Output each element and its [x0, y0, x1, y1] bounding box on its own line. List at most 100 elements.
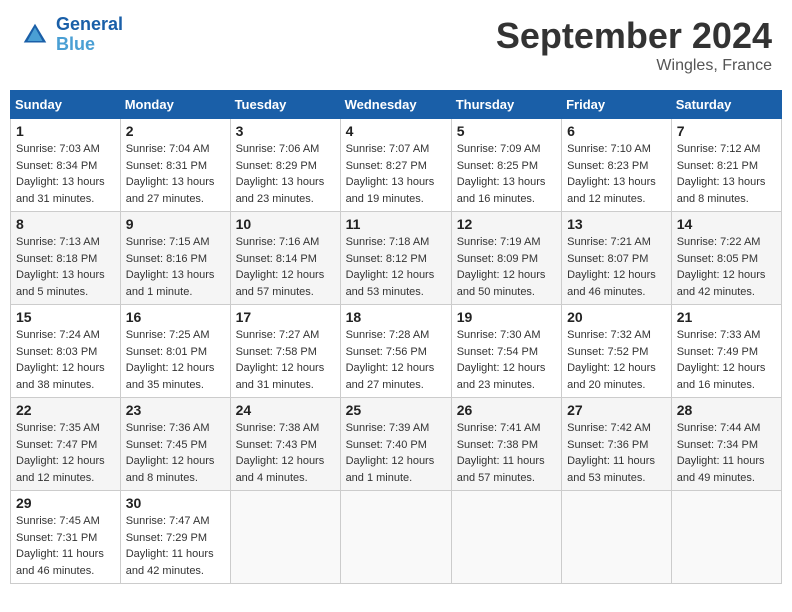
day-info: Sunrise: 7:25 AM Sunset: 8:01 PM Dayligh… [126, 327, 225, 393]
day-info: Sunrise: 7:18 AM Sunset: 8:12 PM Dayligh… [346, 234, 446, 300]
calendar-cell: 24 Sunrise: 7:38 AM Sunset: 7:43 PM Dayl… [230, 398, 340, 491]
day-number: 11 [346, 216, 446, 232]
day-number: 13 [567, 216, 666, 232]
calendar-cell: 5 Sunrise: 7:09 AM Sunset: 8:25 PM Dayli… [451, 119, 561, 212]
day-number: 23 [126, 402, 225, 418]
day-number: 26 [457, 402, 556, 418]
calendar-cell: 8 Sunrise: 7:13 AM Sunset: 8:18 PM Dayli… [11, 212, 121, 305]
month-title: September 2024 [496, 15, 772, 57]
calendar-cell [230, 491, 340, 584]
day-number: 1 [16, 123, 115, 139]
calendar-cell [562, 491, 672, 584]
calendar-cell: 1 Sunrise: 7:03 AM Sunset: 8:34 PM Dayli… [11, 119, 121, 212]
day-number: 10 [236, 216, 335, 232]
day-number: 21 [677, 309, 776, 325]
calendar-cell: 15 Sunrise: 7:24 AM Sunset: 8:03 PM Dayl… [11, 305, 121, 398]
day-info: Sunrise: 7:22 AM Sunset: 8:05 PM Dayligh… [677, 234, 776, 300]
calendar-cell: 16 Sunrise: 7:25 AM Sunset: 8:01 PM Dayl… [120, 305, 230, 398]
calendar-cell: 14 Sunrise: 7:22 AM Sunset: 8:05 PM Dayl… [671, 212, 781, 305]
day-info: Sunrise: 7:12 AM Sunset: 8:21 PM Dayligh… [677, 141, 776, 207]
calendar-cell: 13 Sunrise: 7:21 AM Sunset: 8:07 PM Dayl… [562, 212, 672, 305]
calendar-cell: 28 Sunrise: 7:44 AM Sunset: 7:34 PM Dayl… [671, 398, 781, 491]
week-row-1: 1 Sunrise: 7:03 AM Sunset: 8:34 PM Dayli… [11, 119, 782, 212]
calendar-cell: 27 Sunrise: 7:42 AM Sunset: 7:36 PM Dayl… [562, 398, 672, 491]
calendar-cell: 18 Sunrise: 7:28 AM Sunset: 7:56 PM Dayl… [340, 305, 451, 398]
calendar-cell: 7 Sunrise: 7:12 AM Sunset: 8:21 PM Dayli… [671, 119, 781, 212]
day-number: 30 [126, 495, 225, 511]
day-number: 14 [677, 216, 776, 232]
logo-text: General Blue [56, 15, 123, 55]
day-number: 20 [567, 309, 666, 325]
day-info: Sunrise: 7:21 AM Sunset: 8:07 PM Dayligh… [567, 234, 666, 300]
day-info: Sunrise: 7:47 AM Sunset: 7:29 PM Dayligh… [126, 513, 225, 579]
week-row-2: 8 Sunrise: 7:13 AM Sunset: 8:18 PM Dayli… [11, 212, 782, 305]
day-number: 18 [346, 309, 446, 325]
calendar-cell [451, 491, 561, 584]
day-number: 4 [346, 123, 446, 139]
calendar-cell: 22 Sunrise: 7:35 AM Sunset: 7:47 PM Dayl… [11, 398, 121, 491]
calendar-cell: 10 Sunrise: 7:16 AM Sunset: 8:14 PM Dayl… [230, 212, 340, 305]
calendar-cell: 21 Sunrise: 7:33 AM Sunset: 7:49 PM Dayl… [671, 305, 781, 398]
day-info: Sunrise: 7:44 AM Sunset: 7:34 PM Dayligh… [677, 420, 776, 486]
header-row: SundayMondayTuesdayWednesdayThursdayFrid… [11, 91, 782, 119]
column-header-wednesday: Wednesday [340, 91, 451, 119]
day-info: Sunrise: 7:24 AM Sunset: 8:03 PM Dayligh… [16, 327, 115, 393]
calendar-cell: 2 Sunrise: 7:04 AM Sunset: 8:31 PM Dayli… [120, 119, 230, 212]
day-info: Sunrise: 7:32 AM Sunset: 7:52 PM Dayligh… [567, 327, 666, 393]
calendar-cell: 20 Sunrise: 7:32 AM Sunset: 7:52 PM Dayl… [562, 305, 672, 398]
day-info: Sunrise: 7:19 AM Sunset: 8:09 PM Dayligh… [457, 234, 556, 300]
day-number: 12 [457, 216, 556, 232]
title-area: September 2024 Wingles, France [496, 15, 772, 75]
day-info: Sunrise: 7:30 AM Sunset: 7:54 PM Dayligh… [457, 327, 556, 393]
day-number: 15 [16, 309, 115, 325]
calendar-cell: 25 Sunrise: 7:39 AM Sunset: 7:40 PM Dayl… [340, 398, 451, 491]
logo: General Blue [20, 15, 123, 55]
day-info: Sunrise: 7:03 AM Sunset: 8:34 PM Dayligh… [16, 141, 115, 207]
day-info: Sunrise: 7:36 AM Sunset: 7:45 PM Dayligh… [126, 420, 225, 486]
day-number: 5 [457, 123, 556, 139]
day-info: Sunrise: 7:06 AM Sunset: 8:29 PM Dayligh… [236, 141, 335, 207]
day-number: 28 [677, 402, 776, 418]
day-info: Sunrise: 7:04 AM Sunset: 8:31 PM Dayligh… [126, 141, 225, 207]
day-info: Sunrise: 7:41 AM Sunset: 7:38 PM Dayligh… [457, 420, 556, 486]
day-info: Sunrise: 7:38 AM Sunset: 7:43 PM Dayligh… [236, 420, 335, 486]
day-info: Sunrise: 7:10 AM Sunset: 8:23 PM Dayligh… [567, 141, 666, 207]
day-number: 25 [346, 402, 446, 418]
day-info: Sunrise: 7:13 AM Sunset: 8:18 PM Dayligh… [16, 234, 115, 300]
location: Wingles, France [496, 57, 772, 75]
day-info: Sunrise: 7:09 AM Sunset: 8:25 PM Dayligh… [457, 141, 556, 207]
logo-icon [20, 20, 50, 50]
calendar-cell: 30 Sunrise: 7:47 AM Sunset: 7:29 PM Dayl… [120, 491, 230, 584]
day-number: 8 [16, 216, 115, 232]
calendar-cell: 17 Sunrise: 7:27 AM Sunset: 7:58 PM Dayl… [230, 305, 340, 398]
page-header: General Blue September 2024 Wingles, Fra… [10, 10, 782, 80]
day-number: 17 [236, 309, 335, 325]
calendar-cell: 29 Sunrise: 7:45 AM Sunset: 7:31 PM Dayl… [11, 491, 121, 584]
day-info: Sunrise: 7:35 AM Sunset: 7:47 PM Dayligh… [16, 420, 115, 486]
day-number: 7 [677, 123, 776, 139]
day-info: Sunrise: 7:07 AM Sunset: 8:27 PM Dayligh… [346, 141, 446, 207]
day-number: 19 [457, 309, 556, 325]
calendar-cell [340, 491, 451, 584]
day-number: 24 [236, 402, 335, 418]
day-info: Sunrise: 7:27 AM Sunset: 7:58 PM Dayligh… [236, 327, 335, 393]
calendar-cell: 9 Sunrise: 7:15 AM Sunset: 8:16 PM Dayli… [120, 212, 230, 305]
day-number: 16 [126, 309, 225, 325]
day-info: Sunrise: 7:28 AM Sunset: 7:56 PM Dayligh… [346, 327, 446, 393]
day-number: 2 [126, 123, 225, 139]
calendar-cell: 23 Sunrise: 7:36 AM Sunset: 7:45 PM Dayl… [120, 398, 230, 491]
day-info: Sunrise: 7:16 AM Sunset: 8:14 PM Dayligh… [236, 234, 335, 300]
calendar-cell: 6 Sunrise: 7:10 AM Sunset: 8:23 PM Dayli… [562, 119, 672, 212]
column-header-thursday: Thursday [451, 91, 561, 119]
calendar-cell: 11 Sunrise: 7:18 AM Sunset: 8:12 PM Dayl… [340, 212, 451, 305]
column-header-monday: Monday [120, 91, 230, 119]
day-info: Sunrise: 7:42 AM Sunset: 7:36 PM Dayligh… [567, 420, 666, 486]
day-info: Sunrise: 7:15 AM Sunset: 8:16 PM Dayligh… [126, 234, 225, 300]
calendar-cell [671, 491, 781, 584]
calendar-cell: 4 Sunrise: 7:07 AM Sunset: 8:27 PM Dayli… [340, 119, 451, 212]
day-info: Sunrise: 7:33 AM Sunset: 7:49 PM Dayligh… [677, 327, 776, 393]
column-header-sunday: Sunday [11, 91, 121, 119]
calendar-cell: 3 Sunrise: 7:06 AM Sunset: 8:29 PM Dayli… [230, 119, 340, 212]
column-header-saturday: Saturday [671, 91, 781, 119]
day-number: 22 [16, 402, 115, 418]
